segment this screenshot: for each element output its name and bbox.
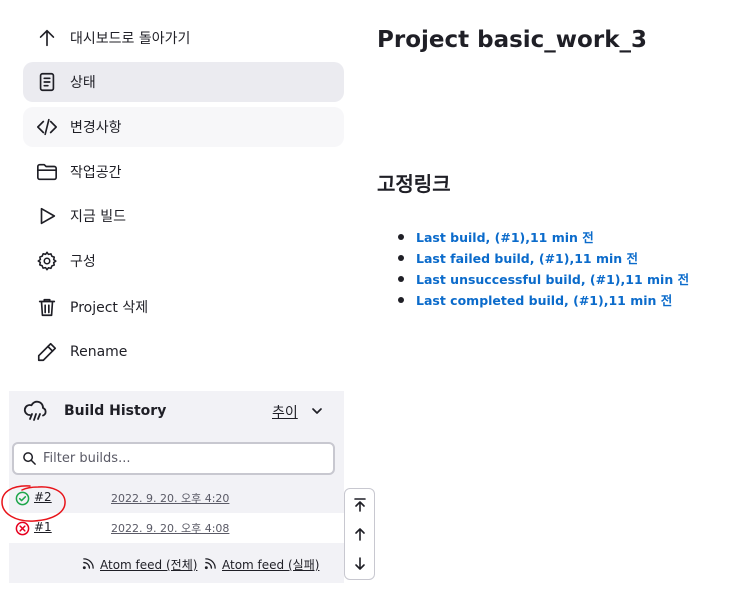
page-up-button[interactable] <box>345 519 374 549</box>
build-history-title: Build History <box>64 403 167 419</box>
arrow-up-icon <box>354 528 365 541</box>
arrow-to-top-icon <box>353 498 366 512</box>
last-completed-build-link[interactable]: Last completed build, (#1),11 min 전 <box>416 290 672 309</box>
sidebar-item-label: Project 삭제 <box>70 300 149 316</box>
last-unsuccessful-build-link[interactable]: Last unsuccessful build, (#1),11 min 전 <box>416 269 689 288</box>
arrow-down-icon <box>354 557 365 570</box>
bullet <box>398 254 404 261</box>
build-row: #1 2022. 9. 20. 오후 4:08 <box>9 513 344 543</box>
sidebar-item-back-to-dashboard[interactable]: 대시보드로 돌아가기 <box>23 18 344 58</box>
sidebar-item-label: 상태 <box>70 75 96 91</box>
sidebar-item-build-now[interactable]: 지금 빌드 <box>23 196 344 236</box>
build-row: #2 2022. 9. 20. 오후 4:20 <box>9 483 344 513</box>
atom-feeds: Atom feed (전체) Atom feed (실패) <box>9 543 344 583</box>
search-icon <box>23 452 36 465</box>
list-item: Last completed build, (#1),11 min 전 <box>398 289 689 310</box>
atom-feed-all-link[interactable]: Atom feed (전체) <box>100 556 197 573</box>
build-date-link[interactable]: 2022. 9. 20. 오후 4:20 <box>111 490 229 506</box>
filter-builds-input[interactable] <box>43 451 323 466</box>
chevron-down-icon[interactable] <box>310 404 324 418</box>
sidebar-item-label: 구성 <box>70 254 96 270</box>
sidebar-item-configure[interactable]: 구성 <box>23 241 344 281</box>
sidebar-item-workspace[interactable]: 작업공간 <box>23 152 344 192</box>
cloud-rain-icon <box>23 400 47 421</box>
build-number-link[interactable]: #2 <box>34 490 52 504</box>
document-icon <box>36 71 58 93</box>
build-number-link[interactable]: #1 <box>34 520 52 534</box>
rss-icon <box>82 558 94 570</box>
bullet <box>398 233 404 240</box>
sidebar-item-changes[interactable]: 변경사항 <box>23 107 344 147</box>
code-icon <box>36 116 58 138</box>
trend-link[interactable]: 추이 <box>272 402 298 422</box>
build-history-pager <box>344 488 375 580</box>
sidebar-item-rename[interactable]: Rename <box>23 332 344 372</box>
page-top-button[interactable] <box>345 490 374 520</box>
pencil-icon <box>36 341 58 363</box>
sidebar-item-label: 지금 빌드 <box>70 209 126 225</box>
gear-icon <box>36 250 58 272</box>
build-history-header: Build History 추이 <box>9 391 344 433</box>
sidebar-item-delete-project[interactable]: Project 삭제 <box>23 287 344 327</box>
atom-feed-failures-link[interactable]: Atom feed (실패) <box>222 556 319 573</box>
page-title: Project basic_work_3 <box>377 27 648 53</box>
bullet <box>398 296 404 303</box>
sidebar-item-label: 변경사항 <box>70 120 122 136</box>
build-history-panel: Build History 추이 #2 2022. 9. 20. 오후 4:20… <box>9 391 344 583</box>
build-date-link[interactable]: 2022. 9. 20. 오후 4:08 <box>111 520 229 536</box>
failure-icon <box>15 521 30 536</box>
page-down-button[interactable] <box>345 549 374 579</box>
last-build-link[interactable]: Last build, (#1),11 min 전 <box>416 227 594 246</box>
list-item: Last failed build, (#1),11 min 전 <box>398 247 689 268</box>
filter-builds-field[interactable] <box>12 442 335 475</box>
rss-icon <box>204 558 216 570</box>
play-icon <box>36 205 58 227</box>
sidebar-item-label: 작업공간 <box>70 165 122 181</box>
sidebar-item-label: 대시보드로 돌아가기 <box>70 31 191 47</box>
sidebar-item-status[interactable]: 상태 <box>23 62 344 102</box>
permalinks-list: Last build, (#1),11 min 전 Last failed bu… <box>398 226 689 310</box>
bullet <box>398 275 404 282</box>
list-item: Last unsuccessful build, (#1),11 min 전 <box>398 268 689 289</box>
trash-icon <box>36 296 58 318</box>
list-item: Last build, (#1),11 min 전 <box>398 226 689 247</box>
success-icon <box>15 491 30 506</box>
arrow-up-icon <box>36 27 58 49</box>
permalinks-heading: 고정링크 <box>377 172 451 196</box>
sidebar-item-label: Rename <box>70 344 128 360</box>
folder-icon <box>36 161 58 183</box>
last-failed-build-link[interactable]: Last failed build, (#1),11 min 전 <box>416 248 638 267</box>
